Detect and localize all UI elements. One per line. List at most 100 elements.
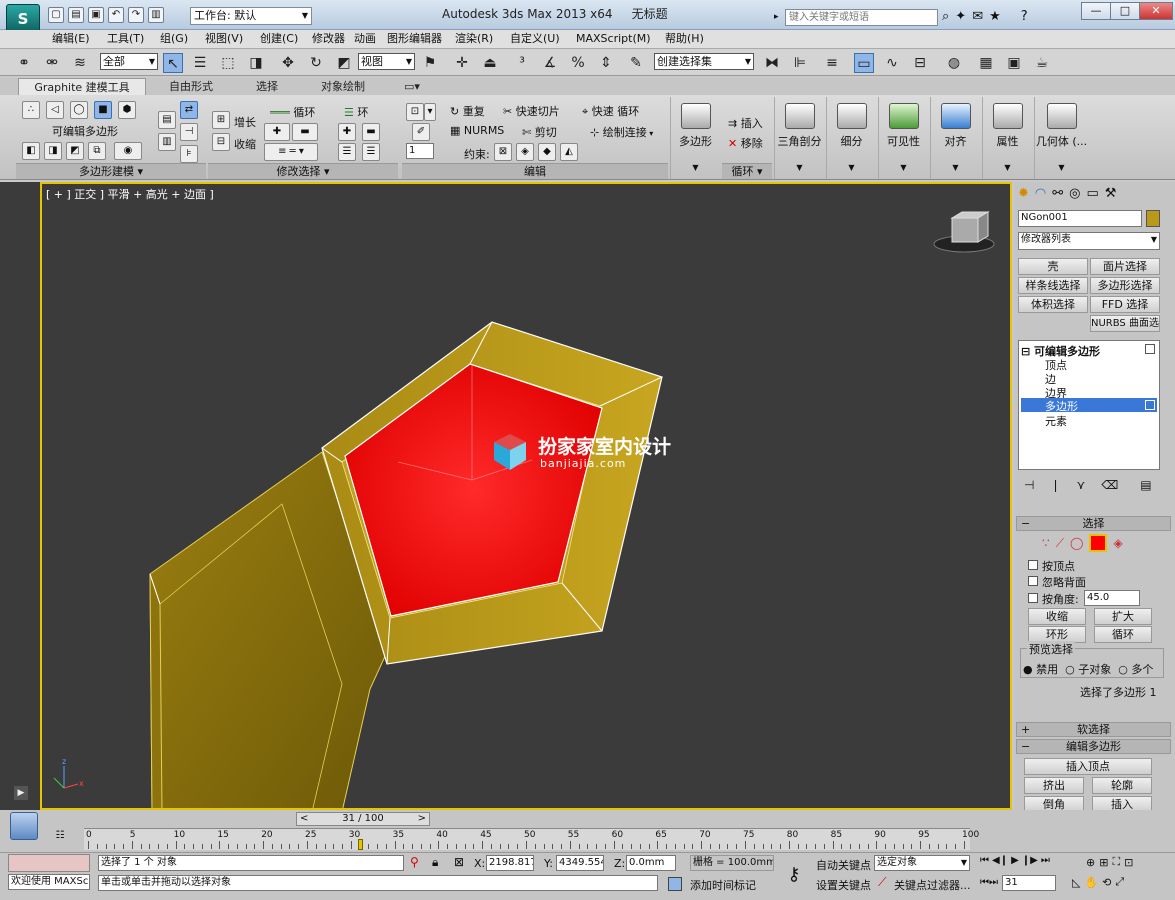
select-object-icon[interactable]: ↖ [163, 53, 183, 73]
group-polygon-modeling[interactable]: 多边形建模 ▾ [16, 163, 206, 179]
pin-stack-icon[interactable]: ⊣ [180, 123, 198, 141]
percent-snap-icon[interactable]: % [568, 53, 588, 73]
edit-polygons-rollout-header[interactable]: − 编辑多边形 [1016, 739, 1171, 754]
repeat-button[interactable]: ↻ 重复 [450, 103, 485, 119]
paint-connect-button[interactable]: ⊹ 绘制连接 ▾ [590, 124, 653, 140]
tab-selection[interactable]: 选择 [236, 78, 298, 95]
field-of-view-icon[interactable]: ◺ [1072, 876, 1080, 889]
preserve-uvs-dropdown-icon[interactable]: ▾ [424, 103, 436, 121]
communication-icon[interactable]: ✉ [972, 9, 983, 24]
go-to-end-icon[interactable]: ⏭ [1041, 855, 1050, 866]
menu-customize[interactable]: 自定义(U) [510, 30, 560, 48]
zoom-all-icon[interactable]: ⊞ [1099, 856, 1108, 869]
time-slider[interactable]: < 31 / 100 > [296, 812, 430, 826]
stack-polygon-toggle-icon[interactable] [1145, 400, 1155, 410]
menu-edit[interactable]: 编辑(E) [52, 30, 90, 48]
tools-list-icon[interactable]: ⊧ [180, 145, 198, 163]
extrude-button[interactable]: 挤出 [1024, 777, 1084, 794]
panel-properties[interactable]: 属性 ▼ [982, 97, 1032, 179]
constrain-none-icon[interactable]: ⊠ [494, 143, 512, 161]
tab-freeform[interactable]: 自由形式 [146, 78, 236, 95]
vertex-level-icon[interactable]: ∴ [22, 101, 40, 119]
track-bar-icon[interactable]: ☷ [50, 830, 70, 844]
rendered-frame-icon[interactable]: ▣ [1004, 53, 1024, 73]
loop-button[interactable]: 循环 [1094, 626, 1152, 643]
subscription-icon[interactable]: ✦ [955, 9, 966, 24]
preserve-uvs-icon[interactable]: ⊡ [406, 103, 424, 121]
undo-icon[interactable]: ↶ [108, 7, 124, 23]
curve-editor-icon[interactable]: ∿ [882, 53, 902, 73]
set-key-button[interactable]: 设置关键点 [816, 877, 871, 893]
use-displace-icon[interactable]: ⇄ [180, 101, 198, 119]
spinner-snap-icon[interactable]: ⇕ [596, 53, 616, 73]
workspace-dropdown[interactable]: 工作台: 默认 ▼ [190, 7, 312, 25]
nurms-button[interactable]: ▦ NURMS [450, 124, 504, 137]
configure-sets-icon[interactable]: ▤ [1140, 478, 1151, 492]
panel-polygons[interactable]: 多边形 ▼ [670, 97, 720, 179]
poly-select-button[interactable]: 多边形选择 [1090, 277, 1160, 294]
z-coord-field[interactable]: 0.0mm [626, 855, 676, 871]
ring-shrink-icon[interactable]: ▬ [362, 123, 380, 141]
angle-input[interactable]: 45.0 [1084, 590, 1140, 606]
preview-off-radio[interactable]: ● 禁用 [1023, 663, 1058, 676]
reference-coord-dropdown[interactable]: 视图 [358, 53, 415, 70]
panel-align[interactable]: 对齐 ▼ [930, 97, 980, 179]
panel-subdivision[interactable]: 细分 ▼ [826, 97, 876, 179]
polygon-sub-icon[interactable] [1089, 534, 1108, 552]
cut-button[interactable]: ✄ 剪切 [522, 124, 557, 140]
spinner-field[interactable]: 1 [406, 143, 434, 159]
modify-mode-icon[interactable]: ▤ [158, 111, 176, 129]
nurbs-select-button[interactable]: NURBS 曲面选择 [1090, 315, 1160, 332]
insert-loop-button[interactable]: ⇉ 插入 [728, 115, 763, 131]
object-name-field[interactable]: NGon001 [1018, 210, 1142, 227]
shrink-icon[interactable]: ⊟ [212, 133, 230, 151]
grow-label[interactable]: 增长 [234, 114, 256, 130]
rotate-icon[interactable]: ↻ [306, 53, 326, 73]
loop-shrink-icon[interactable]: ▬ [292, 123, 318, 141]
loop-mode-icon[interactable]: ≡ ═ ▾ [264, 143, 318, 161]
time-slider-next-icon[interactable]: > [418, 813, 426, 825]
open-file-icon[interactable]: ▤ [68, 7, 84, 23]
loop-label[interactable]: ═══ 循环 [270, 104, 315, 120]
insert-vertex-button[interactable]: 插入顶点 [1024, 758, 1152, 775]
modify-tab-icon[interactable]: ◠ [1035, 186, 1046, 201]
show-end-tool-icon[interactable]: ❘ [1050, 478, 1060, 492]
group-edit[interactable]: 编辑 [402, 163, 668, 179]
graphite-toggle-icon[interactable]: ▭ [854, 53, 874, 73]
snap-toggle-icon[interactable]: ³ [512, 53, 532, 73]
create-tab-icon[interactable]: ✹ [1018, 186, 1029, 201]
quickslice-button[interactable]: ✂ 快速切片 [503, 103, 560, 119]
group-loops[interactable]: 循环 ▾ [722, 163, 772, 179]
quickloop-button[interactable]: ⌖ 快速 循环 [582, 103, 639, 119]
display-tab-icon[interactable]: ▭ [1087, 186, 1099, 201]
unlink-icon[interactable]: ⚮ [42, 53, 62, 73]
stack-root-toggle-icon[interactable] [1145, 344, 1155, 354]
constrain-edge-icon[interactable]: ◈ [516, 143, 534, 161]
menu-create[interactable]: 创建(C) [260, 30, 298, 48]
object-color-swatch[interactable] [1146, 210, 1160, 227]
menu-rendering[interactable]: 渲染(R) [455, 30, 493, 48]
modifier-list-dropdown[interactable]: 修改器列表 ▼ [1018, 232, 1160, 250]
next-modifier-icon[interactable]: ◨ [44, 142, 62, 160]
current-frame-field[interactable]: 31 [1002, 875, 1056, 891]
pin-stack-tool-icon[interactable]: ⊣ [1024, 478, 1034, 492]
polygon-level-icon[interactable]: ■ [94, 101, 112, 119]
by-vertex-checkbox[interactable]: 按顶点 [1028, 558, 1075, 574]
select-by-name-icon[interactable]: ☰ [190, 53, 210, 73]
viewcube-icon[interactable] [933, 211, 995, 253]
stack-item-element[interactable]: 元素 [1045, 413, 1067, 429]
soft-selection-rollout-header[interactable]: + 软选择 [1016, 722, 1171, 737]
ffd-select-button[interactable]: FFD 选择 [1090, 296, 1160, 313]
edge-level-icon[interactable]: ◁ [46, 101, 64, 119]
edit-named-selection-icon[interactable]: ✎ [626, 53, 646, 73]
tab-graphite-modeling[interactable]: Graphite 建模工具 [18, 78, 146, 95]
ring-b-icon[interactable]: ☰ [362, 143, 380, 161]
remove-modifier-icon[interactable]: ⌫ [1101, 478, 1118, 492]
patch-select-button[interactable]: 面片选择 [1090, 258, 1160, 275]
render-teapot-icon[interactable]: ☕ [1032, 53, 1052, 73]
by-angle-checkbox[interactable]: 按角度: [1028, 591, 1079, 607]
rect-selection-icon[interactable]: ⬚ [218, 53, 238, 73]
current-frame-marker[interactable] [357, 839, 363, 850]
close-button[interactable]: ✕ [1139, 2, 1173, 20]
preserve-uv-icon[interactable]: ◩ [66, 142, 84, 160]
